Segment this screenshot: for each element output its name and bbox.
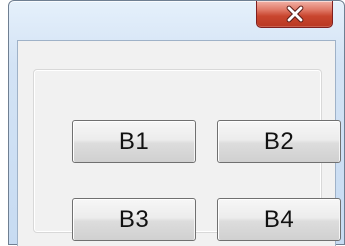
- dialog-client-area: B1 B2 B3 B4: [17, 40, 341, 246]
- b4-button[interactable]: B4: [217, 198, 341, 241]
- close-button[interactable]: [256, 1, 333, 28]
- b2-button[interactable]: B2: [217, 120, 341, 163]
- b3-button[interactable]: B3: [72, 198, 196, 241]
- b1-button[interactable]: B1: [72, 120, 196, 163]
- title-bar[interactable]: [9, 1, 344, 40]
- button-group-box: B1 B2 B3 B4: [33, 69, 341, 241]
- close-icon: [286, 5, 303, 23]
- dialog-window: B1 B2 B3 B4: [8, 0, 345, 246]
